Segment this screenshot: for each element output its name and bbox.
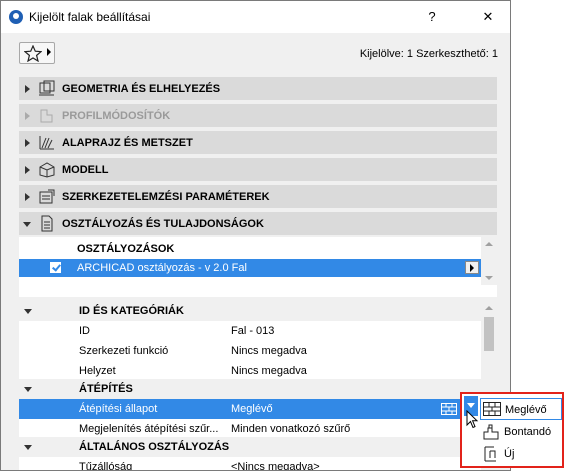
mouse-pointer-icon	[466, 410, 479, 429]
expand-triangle-icon	[25, 85, 30, 93]
panel-label: ALAPRAJZ ÉS METSZET	[62, 137, 193, 149]
structural-icon	[39, 189, 55, 204]
app-logo-icon	[9, 10, 23, 24]
property-value[interactable]: Fal - 013	[231, 325, 274, 337]
expand-triangle-icon	[25, 193, 30, 201]
menu-item-demolish[interactable]: Bontandó	[480, 421, 562, 443]
panel-profile-modifiers: PROFILMÓDOSÍTÓK	[19, 104, 497, 127]
group-header-renovation[interactable]: ÁTÉPÍTÉS	[19, 379, 481, 399]
group-header-general[interactable]: ÁLTALÁNOS OSZTÁLYOZÁS	[19, 437, 481, 457]
existing-icon	[483, 402, 501, 416]
settings-dialog: Kijelölt falak beállításai ? ✕ Kijelölve…	[0, 0, 511, 471]
chevron-right-icon	[47, 48, 51, 56]
group-header-id[interactable]: ID ÉS KATEGÓRIÁK	[19, 301, 481, 321]
expand-triangle-icon	[25, 139, 30, 147]
group-title: ÁTÉPÍTÉS	[79, 383, 133, 395]
expand-triangle-icon	[25, 112, 30, 120]
group-title: ÁLTALÁNOS OSZTÁLYOZÁS	[79, 441, 230, 453]
document-icon	[41, 215, 53, 232]
dialog-title: Kijelölt falak beállításai	[29, 10, 151, 24]
selection-info: Kijelölve: 1 Szerkeszthető: 1	[359, 48, 498, 60]
property-key: Helyzet	[79, 365, 116, 377]
collapse-triangle-icon	[23, 222, 31, 227]
panel-label: MODELL	[62, 164, 109, 176]
group-title: ID ÉS KATEGÓRIÁK	[79, 305, 184, 317]
model-icon	[39, 162, 55, 178]
classifications-heading: OSZTÁLYOZÁSOK	[77, 243, 175, 255]
properties-list: ID ÉS KATEGÓRIÁK ID Fal - 013 Szerkezeti…	[19, 301, 497, 471]
panel-label: SZERKEZETELEMZÉSI PARAMÉTEREK	[62, 191, 270, 203]
property-value[interactable]: Minden vonatkozó szűrő	[231, 423, 350, 435]
collapse-triangle-icon	[24, 445, 32, 450]
menu-item-label: Új	[504, 448, 515, 460]
classification-label: ARCHICAD osztályozás - v 2.0 Fal	[77, 262, 247, 274]
close-button[interactable]: ✕	[477, 7, 499, 27]
collapse-triangle-icon	[24, 309, 32, 314]
panel-classification[interactable]: OSZTÁLYOZÁS ÉS TULAJDONSÁGOK	[19, 212, 497, 235]
property-key: Szerkezeti funkció	[79, 345, 169, 357]
property-value[interactable]: Nincs megadva	[231, 345, 307, 357]
help-button[interactable]: ?	[421, 7, 443, 27]
classifications-list: OSZTÁLYOZÁSOK ARCHICAD osztályozás - v 2…	[19, 237, 497, 297]
panel-label: GEOMETRIA ÉS ELHELYEZÉS	[62, 83, 221, 95]
toolbar: Kijelölve: 1 Szerkeszthető: 1	[1, 33, 510, 73]
panel-structural[interactable]: SZERKEZETELEMZÉSI PARAMÉTEREK	[19, 185, 497, 208]
classification-checkbox[interactable]	[50, 262, 61, 273]
panel-model[interactable]: MODELL	[19, 158, 497, 181]
scroll-thumb[interactable]	[484, 317, 494, 351]
menu-item-existing[interactable]: Meglévő	[480, 398, 562, 420]
panel-floorplan-section[interactable]: ALAPRAJZ ÉS METSZET	[19, 131, 497, 154]
panel-label: OSZTÁLYOZÁS ÉS TULAJDONSÁGOK	[62, 218, 264, 230]
property-value[interactable]: Nincs megadva	[231, 365, 307, 377]
property-row[interactable]: Megjelenítés átépítési szűr... Minden vo…	[19, 419, 481, 439]
menu-item-label: Meglévő	[505, 404, 547, 416]
profile-icon	[40, 109, 53, 123]
property-row[interactable]: Tűzállóság <Nincs megadva>	[19, 457, 481, 471]
classifications-scrollbar[interactable]	[481, 237, 497, 285]
scroll-up-icon[interactable]	[485, 306, 493, 310]
scroll-up-icon[interactable]	[485, 242, 493, 246]
classification-row[interactable]: ARCHICAD osztályozás - v 2.0 Fal	[19, 259, 481, 277]
expand-triangle-icon	[25, 166, 30, 174]
title-bar: Kijelölt falak beállításai ? ✕	[1, 1, 510, 33]
star-icon	[24, 45, 42, 62]
floorplan-icon	[39, 136, 54, 150]
favorites-button[interactable]	[19, 42, 55, 64]
property-value[interactable]: Meglévő	[231, 403, 273, 415]
geometry-icon	[39, 80, 55, 96]
property-row[interactable]: Szerkezeti funkció Nincs megadva	[19, 341, 481, 361]
renovation-status-menu: Meglévő Bontandó Új	[460, 392, 564, 468]
property-key: Tűzállóság	[79, 461, 133, 471]
classification-menu-button[interactable]	[465, 261, 479, 274]
menu-item-label: Bontandó	[504, 426, 552, 438]
property-key: Megjelenítés átépítési szűr...	[79, 423, 219, 435]
brick-wall-icon	[441, 403, 457, 415]
scroll-down-icon[interactable]	[485, 276, 493, 280]
property-row-selected[interactable]: Átépítési állapot Meglévő	[19, 399, 481, 419]
property-key: Átépítési állapot	[79, 403, 158, 415]
property-value[interactable]: <Nincs megadva>	[231, 461, 320, 470]
menu-item-new[interactable]: Új	[480, 443, 562, 465]
collapse-triangle-icon	[24, 387, 32, 392]
new-icon	[484, 446, 496, 462]
panel-label: PROFILMÓDOSÍTÓK	[62, 110, 171, 122]
property-row[interactable]: ID Fal - 013	[19, 321, 481, 341]
panel-geometry[interactable]: GEOMETRIA ÉS ELHELYEZÉS	[19, 77, 497, 100]
property-key: ID	[79, 325, 90, 337]
demolish-icon	[483, 424, 499, 440]
property-row[interactable]: Helyzet Nincs megadva	[19, 361, 481, 381]
